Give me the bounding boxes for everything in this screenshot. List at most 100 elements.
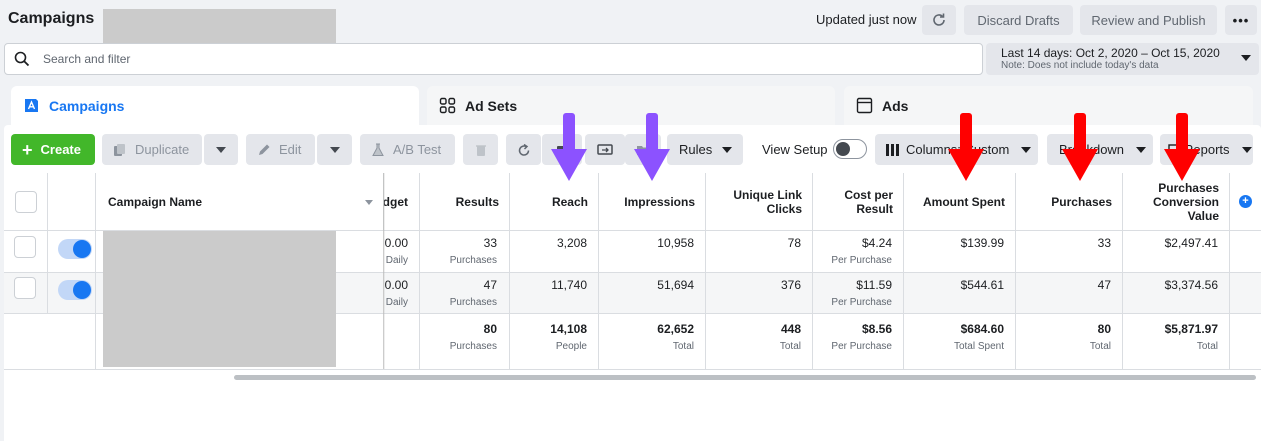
select-all-header [4, 173, 48, 231]
purple-arrow-down-icon [551, 113, 587, 181]
column-header-budget[interactable]: Budget [384, 173, 420, 231]
create-button[interactable]: + Create [11, 134, 95, 165]
add-column-icon[interactable]: + [1239, 195, 1252, 208]
duplicate-icon [114, 143, 125, 156]
date-range-label: Last 14 days: Oct 2, 2020 – Oct 15, 2020 [1001, 46, 1220, 60]
chevron-down-icon [329, 146, 340, 153]
row-divider [4, 369, 1261, 370]
cost-per-result-value: $4.24 [861, 236, 892, 250]
flask-icon [372, 143, 384, 156]
total-results-type: Purchases [449, 341, 497, 352]
budget-header-label: Budget [384, 194, 408, 209]
cost-per-result-value: $11.59 [856, 278, 892, 292]
link-clicks-value: 78 [787, 236, 801, 250]
total-purchases-type: Total [1089, 341, 1111, 352]
results-type: Purchases [449, 297, 497, 308]
red-arrow-down-icon [1062, 113, 1098, 181]
search-bar[interactable] [4, 43, 983, 75]
updated-status: Updated just now [816, 12, 917, 27]
chevron-down-icon [1021, 146, 1032, 153]
edit-button[interactable]: Edit [246, 134, 315, 165]
total-amount-spent-type: Total Spent [953, 341, 1004, 352]
total-results-value: 80 [483, 322, 497, 336]
budget-value: 0.00 [384, 236, 408, 250]
horizontal-scrollbar[interactable] [234, 375, 1256, 380]
results-value: 33 [483, 236, 497, 250]
total-impressions-type: Total [672, 341, 694, 352]
preview-button[interactable] [585, 134, 625, 165]
undo-icon [518, 143, 529, 156]
column-header-cost-per-result[interactable]: Cost per Result [813, 173, 904, 231]
toggle-header [48, 173, 96, 231]
date-range-picker[interactable]: Last 14 days: Oct 2, 2020 – Oct 15, 2020… [986, 43, 1259, 75]
more-options-button[interactable]: ••• [1225, 5, 1257, 35]
sort-icon [365, 200, 373, 205]
view-setup-label: View Setup [762, 142, 828, 157]
refresh-icon [933, 13, 945, 26]
campaign-status-toggle[interactable] [58, 280, 92, 300]
top-bar: Campaigns Updated just now Discard Draft… [0, 0, 1261, 44]
amount-spent-value: $139.99 [960, 236, 1004, 250]
amount-spent-header-label: Amount Spent [923, 194, 1005, 209]
results-value: 47 [483, 278, 497, 292]
results-header-label: Results [455, 194, 499, 209]
total-cost-per-result-value: $8.56 [861, 322, 892, 336]
tab-campaigns[interactable]: Campaigns [11, 86, 419, 126]
link-clicks-value: 376 [780, 278, 801, 292]
results-type: Purchases [449, 255, 497, 266]
rules-button[interactable]: Rules [667, 134, 743, 165]
trash-icon [475, 144, 486, 156]
search-input[interactable] [43, 49, 943, 69]
chevron-down-icon [1241, 55, 1251, 61]
discard-drafts-button[interactable]: Discard Drafts [964, 5, 1073, 35]
purchases-value: 47 [1097, 278, 1111, 292]
conversion-value: $2,497.41 [1164, 236, 1218, 250]
window-icon [856, 97, 873, 114]
date-range-note: Note: Does not include today's data [1001, 60, 1159, 71]
row-checkbox[interactable] [14, 236, 36, 258]
row-checkbox[interactable] [14, 277, 36, 299]
refresh-button[interactable] [922, 5, 956, 35]
cost-per-result-type: Per Purchase [831, 297, 892, 308]
toggle-knob [836, 142, 850, 156]
columns-icon [886, 143, 899, 156]
column-header-unique-link-clicks[interactable]: Unique Link Clicks [706, 173, 813, 231]
total-conversion-value-type: Total [1196, 341, 1218, 352]
column-header-results[interactable]: Results [420, 173, 510, 231]
purchases-header-label: Purchases [1051, 194, 1112, 209]
column-divider [1229, 231, 1230, 369]
total-link-clicks-type: Total [779, 341, 801, 352]
edit-dropdown-button[interactable] [317, 134, 352, 165]
chevron-down-icon [722, 146, 733, 153]
select-all-checkbox[interactable] [14, 190, 37, 213]
view-setup-toggle[interactable] [833, 139, 867, 159]
column-header-campaign-name[interactable]: Campaign Name [96, 173, 384, 231]
rules-label: Rules [679, 142, 713, 157]
reach-value: 3,208 [556, 236, 587, 250]
total-link-clicks-value: 448 [780, 322, 801, 336]
impressions-value: 51,694 [657, 278, 694, 292]
ab-test-button[interactable]: A/B Test [360, 134, 455, 165]
duplicate-label: Duplicate [135, 142, 190, 157]
duplicate-dropdown-button[interactable] [204, 134, 238, 165]
conversion-value: $3,374.56 [1164, 278, 1218, 292]
campaign-status-toggle[interactable] [58, 239, 92, 259]
tab-ad-sets[interactable]: Ad Sets [427, 86, 835, 126]
pencil-icon [259, 144, 270, 155]
toggle-knob [73, 240, 91, 258]
budget-value: 0.00 [384, 278, 408, 292]
duplicate-button[interactable]: Duplicate [102, 134, 202, 165]
redacted-campaign-names [103, 231, 336, 367]
revert-button[interactable] [506, 134, 541, 165]
total-impressions-value: 62,652 [657, 322, 694, 336]
unique-link-clicks-header-label: Unique Link Clicks [733, 187, 802, 216]
delete-button[interactable] [463, 134, 498, 165]
ab-test-label: A/B Test [393, 142, 442, 157]
toggle-knob [73, 281, 91, 299]
tab-campaigns-label: Campaigns [49, 98, 125, 114]
preview-icon [597, 143, 613, 155]
purchases-conversion-value-header-label: Purchases Conversion Value [1152, 180, 1219, 223]
total-reach-value: 14,108 [550, 322, 587, 336]
purchases-value: 33 [1097, 236, 1111, 250]
review-publish-button[interactable]: Review and Publish [1080, 5, 1217, 35]
